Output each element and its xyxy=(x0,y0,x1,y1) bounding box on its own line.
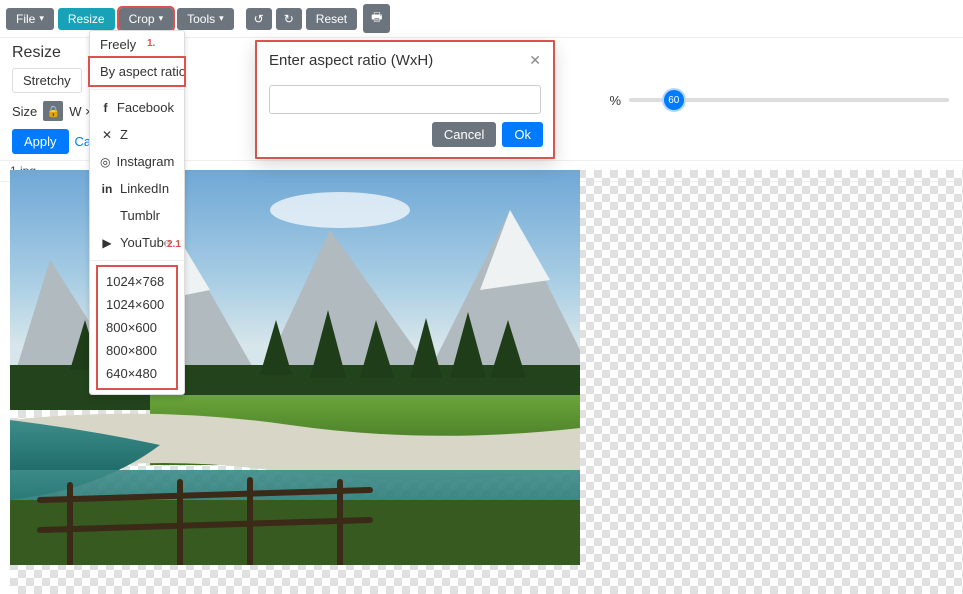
annotation-1: 1. xyxy=(145,38,157,49)
redo-button[interactable]: ↻ xyxy=(276,8,302,30)
undo-icon: ↺ xyxy=(254,12,264,26)
tools-menu-button[interactable]: Tools ▾ xyxy=(177,8,234,30)
freely-label: Freely xyxy=(100,37,136,52)
crop-z[interactable]: ✕ Z xyxy=(90,121,184,148)
caret-down-icon: ▾ xyxy=(219,13,224,24)
print-icon: 🖶 xyxy=(371,8,382,29)
reset-button[interactable]: Reset xyxy=(306,8,357,30)
resize-label: Resize xyxy=(68,12,105,26)
file-menu-button[interactable]: File ▾ xyxy=(6,8,54,30)
z-label: Z xyxy=(120,127,128,142)
size-label: Size xyxy=(12,104,37,119)
undo-button[interactable]: ↺ xyxy=(246,8,272,30)
crop-size-option[interactable]: 800×600 xyxy=(98,316,176,339)
percent-label: % xyxy=(609,93,621,108)
youtube-icon: ▶ xyxy=(100,236,114,250)
lock-icon[interactable]: 🔒 xyxy=(43,101,63,121)
crop-label: Crop xyxy=(129,12,155,26)
percent-row: % 60 xyxy=(609,90,949,110)
facebook-label: Facebook xyxy=(117,100,174,115)
file-label: File xyxy=(16,12,35,26)
apply-button[interactable]: Apply xyxy=(12,129,69,154)
caret-down-icon: ▾ xyxy=(159,13,164,24)
crop-size-option[interactable]: 1024×768 xyxy=(98,270,176,293)
modal-ok-button[interactable]: Ok xyxy=(502,122,543,147)
crop-by-aspect-ratio[interactable]: By aspect ratio xyxy=(90,58,184,85)
percent-slider[interactable]: 60 xyxy=(629,90,949,110)
crop-size-option[interactable]: 800×800 xyxy=(98,339,176,362)
close-icon: ✕ xyxy=(529,52,541,68)
modal-close-button[interactable]: ✕ xyxy=(529,52,541,69)
crop-instagram[interactable]: ◎ Instagram xyxy=(90,148,184,175)
caret-down-icon: ▾ xyxy=(39,13,44,24)
crop-facebook[interactable]: f Facebook xyxy=(90,94,184,121)
x-icon: ✕ xyxy=(100,128,114,142)
stretchy-button[interactable]: Stretchy xyxy=(12,68,82,93)
crop-dropdown: Freely By aspect ratio f Facebook ✕ Z ◎ … xyxy=(89,30,185,395)
crop-sizes-group: 1024×7681024×600800×600800×800640×480 xyxy=(96,265,178,390)
linkedin-icon: in xyxy=(100,182,114,196)
print-button[interactable]: 🖶 xyxy=(363,4,390,33)
crop-menu-button[interactable]: Crop ▾ xyxy=(119,8,174,30)
tools-label: Tools xyxy=(187,12,215,26)
reset-label: Reset xyxy=(316,12,347,26)
instagram-label: Instagram xyxy=(116,154,174,169)
facebook-icon: f xyxy=(100,101,111,115)
crop-size-option[interactable]: 1024×600 xyxy=(98,293,176,316)
modal-title: Enter aspect ratio (WxH) xyxy=(269,52,433,69)
resize-menu-button[interactable]: Resize xyxy=(58,8,115,30)
crop-freely[interactable]: Freely xyxy=(90,31,184,58)
crop-size-option[interactable]: 640×480 xyxy=(98,362,176,385)
slider-knob[interactable]: 60 xyxy=(664,90,684,110)
aspect-ratio-modal: Enter aspect ratio (WxH) ✕ Cancel Ok xyxy=(255,40,555,159)
annotation-2-1: 2.1 xyxy=(165,239,183,250)
youtube-label: YouTube xyxy=(120,235,171,250)
crop-tumblr[interactable]: Tumblr xyxy=(90,202,184,229)
instagram-icon: ◎ xyxy=(100,155,110,169)
modal-cancel-button[interactable]: Cancel xyxy=(432,122,496,147)
aspect-ratio-input[interactable] xyxy=(269,85,541,114)
linkedin-label: LinkedIn xyxy=(120,181,169,196)
crop-linkedin[interactable]: in LinkedIn xyxy=(90,175,184,202)
by-aspect-label: By aspect ratio xyxy=(100,64,186,79)
tumblr-label: Tumblr xyxy=(120,208,160,223)
redo-icon: ↻ xyxy=(284,12,294,26)
